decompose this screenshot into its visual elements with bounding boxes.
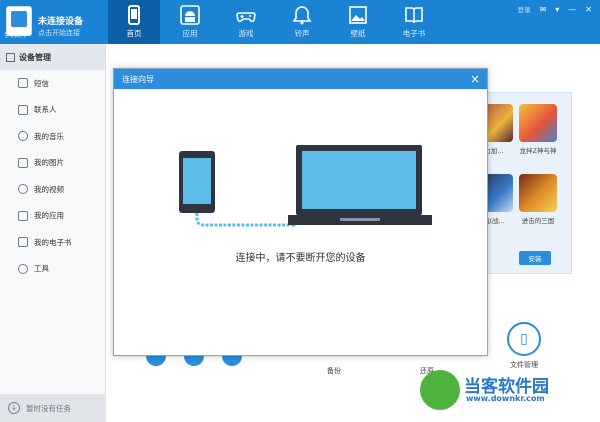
sidebar-item-label: 工具 <box>34 264 49 274</box>
image-icon <box>349 6 367 24</box>
sidebar-item-photos[interactable]: 我的图片 <box>0 150 105 177</box>
task-status-label: 暂时没有任务 <box>26 403 71 413</box>
file-icon: ▯ <box>507 322 541 356</box>
main-nav: 首页 应用 游戏 铃声 壁纸 电子书 <box>108 0 444 44</box>
watermark-url: www.downkr.com <box>466 394 545 403</box>
download-icon: ↓ <box>8 402 20 414</box>
connection-illustration <box>179 145 432 227</box>
close-icon[interactable]: × <box>470 71 480 87</box>
app-card[interactable]: 龙拌Z神与神 <box>516 104 560 155</box>
dialog-title: 连接向导 <box>114 69 487 89</box>
install-button[interactable]: 安装 <box>519 251 551 265</box>
video-icon <box>18 184 28 195</box>
menu-icon[interactable]: ▾ <box>555 5 559 14</box>
sidebar-item-label: 联系人 <box>34 105 57 115</box>
bell-icon <box>292 6 312 25</box>
nav-label: 首页 <box>126 29 142 38</box>
device-status-title[interactable]: 未连接设备 <box>38 14 83 27</box>
sidebar-item-messages[interactable]: 短信 <box>0 70 105 97</box>
camera-icon <box>18 157 28 168</box>
close-icon[interactable]: ✕ <box>585 5 592 14</box>
tool-label: 备份 <box>327 367 341 375</box>
nav-ebooks[interactable]: 电子书 <box>388 0 440 44</box>
file-manager-button[interactable]: ▯ 文件管理 <box>496 322 552 370</box>
connection-status-message: 连接中，请不要断开您的设备 <box>235 253 366 264</box>
login-link[interactable]: 登录 <box>518 4 531 14</box>
nav-label: 铃声 <box>294 29 310 38</box>
sidebar-item-tools[interactable]: 工具 <box>0 256 105 283</box>
window-controls: 登录 ✉ ▾ — ✕ <box>518 4 592 15</box>
sidebar: 设备管理 短信 联系人 我的音乐 我的图片 我的视频 我的应用 我的电子书 工具… <box>0 44 106 422</box>
sidebar-item-label: 我的图片 <box>34 158 64 168</box>
grid-icon <box>6 52 15 62</box>
sidebar-item-music[interactable]: 我的音乐 <box>0 123 105 150</box>
nav-label: 应用 <box>182 29 198 38</box>
tool-label: 文件管理 <box>510 361 538 369</box>
app-thumbnail <box>519 174 557 212</box>
contacts-icon <box>18 104 28 115</box>
nav-ringtones[interactable]: 铃声 <box>276 0 328 44</box>
nav-home[interactable]: 首页 <box>108 0 160 44</box>
nav-games[interactable]: 游戏 <box>220 0 272 44</box>
gamepad-icon <box>236 12 256 23</box>
nav-wallpapers[interactable]: 壁纸 <box>332 0 384 44</box>
android-icon <box>180 5 200 25</box>
sidebar-item-contacts[interactable]: 联系人 <box>0 97 105 124</box>
sidebar-header-label: 设备管理 <box>19 52 51 62</box>
minimize-icon[interactable]: — <box>568 5 576 14</box>
top-bar: 手机助手 未连接设备 点击开始连接 首页 应用 游戏 铃声 壁纸 电子书 登录 <box>0 0 600 44</box>
skin-icon[interactable]: ✉ <box>540 5 547 14</box>
site-watermark: 当客软件园 www.downkr.com <box>420 370 590 412</box>
device-status-subtitle[interactable]: 点击开始连接 <box>38 28 80 38</box>
app-thumbnail <box>519 104 557 142</box>
nav-label: 壁纸 <box>350 29 366 38</box>
phone-icon <box>128 5 140 25</box>
book-icon <box>405 7 423 24</box>
sidebar-item-ebooks[interactable]: 我的电子书 <box>0 229 105 256</box>
sidebar-header[interactable]: 设备管理 <box>0 44 105 70</box>
sidebar-item-label: 我的电子书 <box>34 237 72 247</box>
app-card[interactable]: 进击的三国 <box>516 174 560 225</box>
app-name: 进击的三国 <box>521 217 555 225</box>
sidebar-item-videos[interactable]: 我的视频 <box>0 176 105 203</box>
usb-cable <box>195 213 296 227</box>
watermark-logo-icon <box>420 370 460 410</box>
sidebar-item-label: 短信 <box>34 78 49 88</box>
nav-apps[interactable]: 应用 <box>164 0 216 44</box>
task-status[interactable]: ↓ 暂时没有任务 <box>0 394 106 422</box>
message-icon <box>18 78 28 89</box>
gear-icon <box>18 263 28 274</box>
nav-label: 电子书 <box>402 29 426 38</box>
sidebar-item-label: 我的音乐 <box>34 131 64 141</box>
sidebar-item-label: 我的应用 <box>34 211 64 221</box>
sidebar-item-apps[interactable]: 我的应用 <box>0 203 105 230</box>
app-icon <box>18 210 28 221</box>
sidebar-item-label: 我的视频 <box>34 184 64 194</box>
nav-label: 游戏 <box>238 29 254 38</box>
connection-wizard-dialog: 连接向导 × 连接中，请不要断开您的设备 <box>113 68 488 356</box>
logo-text: 手机助手 <box>4 32 29 39</box>
app-name: 龙拌Z神与神 <box>519 147 557 155</box>
music-icon <box>18 131 28 142</box>
ebook-icon <box>18 237 28 248</box>
